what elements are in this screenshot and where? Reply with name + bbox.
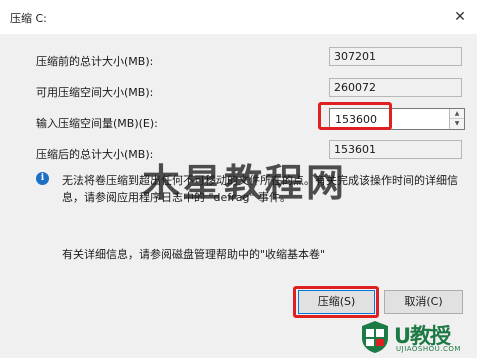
site-logo: U教授 UJIAOSHOU.COM	[358, 318, 477, 358]
spin-buttons[interactable]: ▲ ▼	[449, 109, 464, 129]
total-after-label: 压缩后的总计大小(MB):	[36, 148, 154, 161]
title-bar: 压缩 C: ✕	[0, 0, 477, 34]
dialog-title: 压缩 C:	[10, 12, 47, 25]
brand-domain: UJIAOSHOU.COM	[396, 345, 461, 353]
spin-down-icon[interactable]: ▼	[450, 119, 464, 129]
shield-icon	[362, 321, 388, 353]
total-before-label: 压缩前的总计大小(MB):	[36, 55, 154, 68]
shrink-highlight-box	[293, 286, 379, 318]
total-before-field: 307201	[329, 47, 462, 66]
available-space-field: 260072	[329, 78, 462, 97]
watermark: 木星教程网	[142, 161, 348, 205]
available-space-label: 可用压缩空间大小(MB):	[36, 86, 154, 99]
help-text: 有关详细信息，请参阅磁盘管理帮助中的"收缩基本卷"	[62, 248, 326, 261]
cancel-button[interactable]: 取消(C)	[384, 290, 463, 314]
info-icon: i	[36, 172, 49, 185]
spin-up-icon[interactable]: ▲	[450, 109, 464, 119]
total-after-field: 153601	[329, 140, 462, 159]
input-highlight-box	[318, 102, 392, 130]
shrink-amount-label: 输入压缩空间量(MB)(E):	[36, 117, 158, 130]
close-icon[interactable]: ✕	[449, 6, 471, 28]
